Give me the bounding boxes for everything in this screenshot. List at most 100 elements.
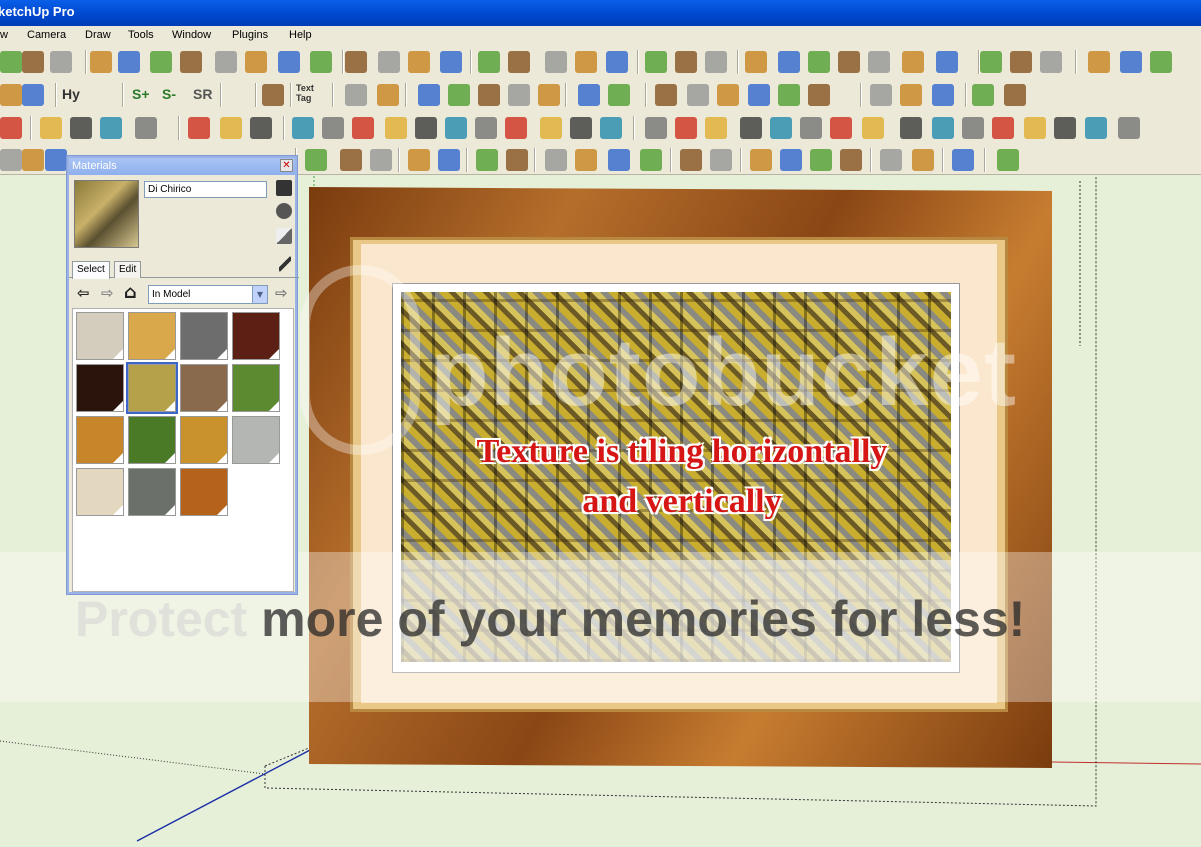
toolbar-tool-icon[interactable] <box>1004 84 1026 106</box>
toolbar-tool-icon[interactable] <box>118 51 140 73</box>
toolbar-tool-icon[interactable] <box>508 84 530 106</box>
material-swatch-beige[interactable] <box>76 312 124 360</box>
material-name-field[interactable]: Di Chirico <box>144 181 267 198</box>
toolbar-tool-icon[interactable] <box>378 51 400 73</box>
toolbar-tool-icon[interactable] <box>478 84 500 106</box>
toolbar-tool-icon[interactable] <box>840 149 862 171</box>
toolbar-tool-icon[interactable] <box>385 117 407 139</box>
chevron-down-icon[interactable]: ▼ <box>252 286 267 303</box>
tab-select[interactable]: Select <box>72 261 110 279</box>
toolbar-tool-icon[interactable] <box>305 149 327 171</box>
toolbar-tool-icon[interactable] <box>188 117 210 139</box>
toolbar-tool-icon[interactable] <box>476 149 498 171</box>
forward-arrow-icon[interactable]: ⇨ <box>101 285 114 301</box>
toolbar-tool-icon[interactable] <box>100 117 122 139</box>
toolbar-tool-icon[interactable] <box>745 51 767 73</box>
menu-draw[interactable]: Draw <box>85 29 111 41</box>
menu-plugins[interactable]: Plugins <box>232 29 268 41</box>
toolbar-tool-icon[interactable] <box>778 84 800 106</box>
material-swatch-orange-wood[interactable] <box>180 468 228 516</box>
back-arrow-icon[interactable]: ⇦ <box>77 285 90 301</box>
toolbar-tool-icon[interactable] <box>675 51 697 73</box>
toolbar-tool-icon[interactable] <box>1054 117 1076 139</box>
menu-window[interactable]: Window <box>172 29 211 41</box>
toolbar-tool-icon[interactable] <box>345 51 367 73</box>
toolbar-tool-icon[interactable] <box>508 51 530 73</box>
toolbar-tool-icon[interactable] <box>972 84 994 106</box>
toolbar-tool-icon[interactable] <box>800 117 822 139</box>
material-swatch-dark-grey[interactable] <box>180 312 228 360</box>
toolbar-tool-icon[interactable] <box>1024 117 1046 139</box>
toolbar-tool-icon[interactable] <box>900 84 922 106</box>
material-swatch-light-wood[interactable] <box>128 312 176 360</box>
material-swatch-autumn-leaf[interactable] <box>76 416 124 464</box>
toolbar-tool-icon[interactable] <box>180 51 202 73</box>
toolbar-tool-icon[interactable] <box>952 149 974 171</box>
close-icon[interactable]: ✕ <box>280 159 293 172</box>
toolbar-tool-icon[interactable] <box>440 51 462 73</box>
toolbar-tool-icon[interactable] <box>808 51 830 73</box>
toolbar-tool-icon[interactable] <box>932 84 954 106</box>
toolbar-tool-icon[interactable] <box>870 84 892 106</box>
toolbar-tool-icon[interactable] <box>0 84 22 106</box>
toolbar-tool-icon[interactable] <box>655 84 677 106</box>
toolbar-tool-icon[interactable] <box>570 117 592 139</box>
material-preview[interactable] <box>74 180 139 248</box>
toolbar-tool-icon[interactable] <box>22 84 44 106</box>
toolbar-tool-icon[interactable] <box>0 117 22 139</box>
toolbar-tool-icon[interactable] <box>408 51 430 73</box>
home-icon[interactable]: ⌂ <box>124 284 137 302</box>
text-tag-button[interactable]: Text Tag <box>296 83 314 103</box>
toolbar-tool-icon[interactable] <box>408 149 430 171</box>
library-select[interactable]: In Model ▼ <box>148 285 268 304</box>
toolbar-tool-icon[interactable] <box>936 51 958 73</box>
toolbar-tool-icon[interactable] <box>345 84 367 106</box>
toolbar-tool-icon[interactable] <box>370 149 392 171</box>
toolbar-tool-icon[interactable] <box>912 149 934 171</box>
toolbar-tool-icon[interactable] <box>352 117 374 139</box>
toolbar-tool-icon[interactable] <box>750 149 772 171</box>
toolbar-tool-icon[interactable] <box>220 117 242 139</box>
toolbar-tool-icon[interactable] <box>748 84 770 106</box>
toolbar-tool-icon[interactable] <box>506 149 528 171</box>
toolbar-tool-icon[interactable] <box>880 149 902 171</box>
toolbar-tool-icon[interactable] <box>992 117 1014 139</box>
toolbar-tool-icon[interactable] <box>1085 117 1107 139</box>
toolbar-tool-icon[interactable] <box>578 84 600 106</box>
toolbar-tool-icon[interactable] <box>250 117 272 139</box>
details-arrow-icon[interactable]: ⇨ <box>275 285 288 301</box>
toolbar-tool-icon[interactable] <box>778 51 800 73</box>
menu-view[interactable]: w <box>0 29 8 41</box>
toolbar-tool-icon[interactable] <box>40 117 62 139</box>
toolbar-tool-icon[interactable] <box>22 51 44 73</box>
toolbar-tool-icon[interactable] <box>475 117 497 139</box>
toolbar-tool-icon[interactable] <box>50 51 72 73</box>
toolbar-tool-icon[interactable] <box>0 149 22 171</box>
toolbar-tool-icon[interactable] <box>70 117 92 139</box>
toolbar-tool-icon[interactable] <box>640 149 662 171</box>
toolbar-tool-icon[interactable] <box>932 117 954 139</box>
toolbar-tool-icon[interactable] <box>292 117 314 139</box>
solid-union-button[interactable]: S+ <box>132 86 150 102</box>
material-swatch-di-chirico[interactable] <box>126 362 178 414</box>
toolbar-tool-icon[interactable] <box>1088 51 1110 73</box>
material-swatch-gold-stripes[interactable] <box>180 416 228 464</box>
toolbar-tool-icon[interactable] <box>808 84 830 106</box>
toolbar-tool-icon[interactable] <box>415 117 437 139</box>
toolbar-tool-icon[interactable] <box>862 117 884 139</box>
toolbar-tool-icon[interactable] <box>1010 51 1032 73</box>
toolbar-tool-icon[interactable] <box>245 51 267 73</box>
toolbar-tool-icon[interactable] <box>90 51 112 73</box>
toolbar-tool-icon[interactable] <box>445 117 467 139</box>
hide-rest-button[interactable]: Hy <box>62 86 80 102</box>
toolbar-tool-icon[interactable] <box>0 51 22 73</box>
toolbar-tool-icon[interactable] <box>980 51 1002 73</box>
toolbar-tool-icon[interactable] <box>448 84 470 106</box>
toolbar-tool-icon[interactable] <box>545 149 567 171</box>
material-swatch-slate-grey[interactable] <box>128 468 176 516</box>
menu-camera[interactable]: Camera <box>27 29 66 41</box>
toolbar-tool-icon[interactable] <box>340 149 362 171</box>
toolbar-tool-icon[interactable] <box>645 51 667 73</box>
toolbar-tool-icon[interactable] <box>1150 51 1172 73</box>
material-swatch-dark-brown[interactable] <box>76 364 124 412</box>
